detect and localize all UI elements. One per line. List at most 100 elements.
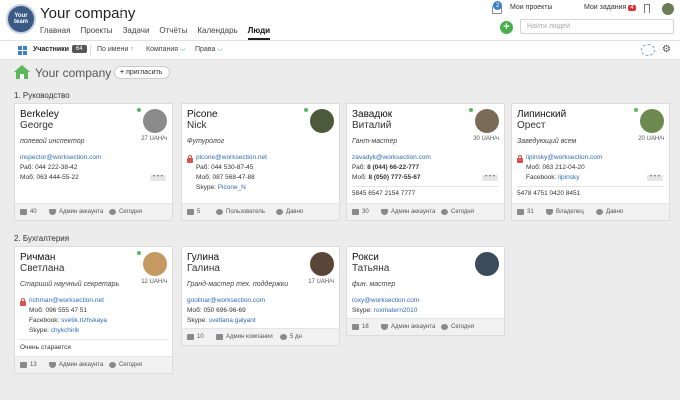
- more-button[interactable]: • • •: [647, 174, 663, 181]
- email-link[interactable]: picone@worksection.net: [196, 154, 267, 161]
- email-link[interactable]: lipinsky@worksection.com: [526, 154, 602, 161]
- person-avatar[interactable]: [475, 109, 499, 133]
- email-link[interactable]: goolinar@worksection.com: [187, 297, 265, 304]
- online-status-dot: [304, 108, 308, 112]
- person-avatar[interactable]: [310, 109, 334, 133]
- person-role: Старший научный секретарь: [20, 281, 120, 288]
- lock-icon: [187, 155, 193, 163]
- projects-count: 16: [362, 324, 369, 330]
- person-lastname[interactable]: Berkeley: [20, 109, 59, 120]
- sort-by-name[interactable]: По имени ↑: [97, 46, 134, 53]
- my-tasks-link[interactable]: Мои задания 4: [584, 4, 636, 11]
- projects-count: 31: [527, 209, 534, 215]
- person-avatar[interactable]: [143, 109, 167, 133]
- nav-projects[interactable]: Проекты: [80, 26, 112, 40]
- person-firstname: Галина: [187, 263, 220, 274]
- clock-icon: [441, 324, 448, 330]
- add-person-icon[interactable]: [641, 44, 655, 56]
- person-role: фин. мастер: [352, 281, 396, 288]
- person-lastname[interactable]: Ричман: [20, 252, 55, 263]
- more-button[interactable]: • • •: [150, 174, 166, 181]
- last-seen: Давно: [606, 209, 624, 215]
- person-avatar[interactable]: [143, 252, 167, 276]
- company-filter[interactable]: Компания ⌵: [146, 46, 185, 54]
- email-link[interactable]: roxy@worksection.com: [352, 297, 419, 304]
- page-title: Your company: [35, 66, 112, 80]
- person-card[interactable]: Berkeley George 27 UAH/ч полевой инспект…: [14, 103, 173, 221]
- person-card[interactable]: Ричман Светлана 12 UAH/ч Старший научный…: [14, 246, 173, 374]
- hourly-rate: 27 UAH/ч: [141, 136, 167, 142]
- person-lastname[interactable]: Гулина: [187, 252, 219, 263]
- person-card[interactable]: Гулина Галина 17 UAH/ч Гранд-мастер тех.…: [181, 246, 340, 346]
- more-button[interactable]: • • •: [482, 174, 498, 181]
- person-firstname: Виталий: [352, 120, 392, 131]
- person-lastname[interactable]: Picone: [187, 109, 218, 120]
- grid-view-icon[interactable]: [18, 46, 27, 55]
- more-vertical-icon[interactable]: ⋮: [116, 8, 127, 19]
- skype: Skype: Picone_N: [196, 184, 246, 191]
- clock-icon: [109, 209, 116, 215]
- hourly-rate: 30 UAH/ч: [473, 136, 499, 142]
- nav-reports[interactable]: Отчёты: [159, 26, 187, 40]
- card-footer: 30 Админ аккаунта Сегодня: [347, 203, 504, 220]
- nav-home[interactable]: Главная: [40, 26, 70, 40]
- email-link[interactable]: inspector@worksection.com: [20, 154, 101, 161]
- card-note: 5845 6547 2154 7777: [352, 190, 416, 197]
- access-rights: Пользователь: [226, 209, 265, 215]
- person-avatar[interactable]: [475, 252, 499, 276]
- briefcase-icon: [187, 209, 194, 215]
- projects-count: 13: [30, 362, 37, 368]
- section-title-accounting: 2. Бухгалтерия: [14, 234, 70, 243]
- card-footer: 13 Админ аккаунта Сегодня: [15, 356, 172, 373]
- person-card[interactable]: Завадюк Виталий 30 UAH/ч Гант-мастер zav…: [346, 103, 505, 221]
- mobile-phone: Моб: 087 568-47-88: [196, 174, 255, 181]
- add-button[interactable]: +: [500, 21, 513, 34]
- facebook: Facebook: lipinsky: [526, 174, 580, 181]
- access-rights: Админ аккаунта: [59, 209, 104, 215]
- rights-filter[interactable]: Права ⌵: [195, 46, 223, 54]
- email-link[interactable]: zavadyk@worksection.com: [352, 154, 431, 161]
- person-card[interactable]: Липинский Орест 20 UAH/ч Заведующий всем…: [511, 103, 670, 221]
- person-role: Гант-мастер: [352, 138, 398, 145]
- clock-icon: [596, 209, 603, 215]
- projects-count: 10: [197, 334, 204, 340]
- nav-people[interactable]: Люди: [247, 26, 271, 40]
- card-divider: [352, 186, 499, 187]
- person-firstname: Nick: [187, 120, 207, 131]
- my-projects-link[interactable]: Мои проекты: [510, 4, 553, 11]
- card-footer: 31 Владелец Давно: [512, 203, 669, 220]
- person-role: Гранд-мастер тех. поддержки: [187, 281, 289, 288]
- gear-icon[interactable]: ⚙: [662, 45, 671, 55]
- person-lastname[interactable]: Липинский: [517, 109, 566, 120]
- card-footer: 16 Админ аккаунта Сегодня: [347, 318, 504, 335]
- person-lastname[interactable]: Рокси: [352, 252, 379, 263]
- person-card[interactable]: Рокси Татьяна фин. мастер roxy@worksecti…: [346, 246, 505, 336]
- person-avatar[interactable]: [640, 109, 664, 133]
- company-logo[interactable]: Your team: [6, 4, 36, 34]
- person-card[interactable]: Picone Nick Футуролог picone@worksection…: [181, 103, 340, 221]
- section-title-management: 1. Руководство: [14, 91, 70, 100]
- nav-calendar[interactable]: Календарь: [197, 26, 237, 40]
- card-divider: [20, 339, 167, 340]
- nav-tasks[interactable]: Задачи: [123, 26, 150, 40]
- person-avatar[interactable]: [310, 252, 334, 276]
- briefcase-icon: [352, 324, 359, 330]
- user-avatar[interactable]: [662, 3, 674, 15]
- briefcase-icon: [187, 334, 194, 340]
- people-toolbar: Участники 64 По имени ↑ Компания ⌵ Права…: [0, 40, 680, 60]
- bookmark-icon[interactable]: [644, 4, 650, 13]
- person-lastname[interactable]: Завадюк: [352, 109, 392, 120]
- last-seen: Сегодня: [119, 362, 142, 368]
- briefcase-icon: [20, 362, 27, 368]
- invite-button[interactable]: + пригласить: [114, 66, 171, 79]
- search-input[interactable]: [520, 19, 674, 34]
- last-seen: Сегодня: [451, 324, 474, 330]
- mobile-phone: Моб: 8 (050) 777-55-67: [352, 174, 421, 181]
- members-tab[interactable]: Участники: [33, 46, 69, 53]
- access-rights: Админ компании: [226, 334, 273, 340]
- shield-icon: [381, 324, 388, 330]
- projects-count: 5: [197, 209, 201, 215]
- email-link[interactable]: richman@worksection.net: [29, 297, 104, 304]
- work-phone: Раб: 044 222-38-42: [20, 164, 78, 171]
- last-seen: 5 дн: [290, 334, 302, 340]
